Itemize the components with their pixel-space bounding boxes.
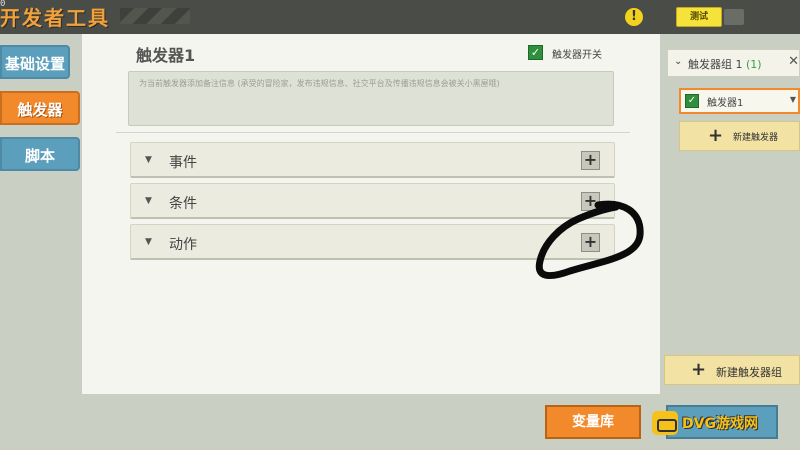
close-icon[interactable]: ✕ [788, 54, 799, 69]
caret-down-icon: ▼ [145, 155, 152, 165]
section-events[interactable]: ▼ 事件 + [130, 142, 615, 178]
top-bar-decoration [120, 8, 190, 24]
app-title: 开发者工具 [0, 6, 110, 30]
plus-icon: + [691, 359, 707, 380]
trigger-title[interactable]: 触发器1 [136, 42, 195, 66]
new-trigger-group-button[interactable]: + 新建触发器组 [664, 355, 800, 385]
trigger-list-item[interactable]: ✓ 触发器1 ▼ [679, 88, 800, 114]
trigger-item-checkbox[interactable]: ✓ [685, 94, 699, 108]
trigger-item-label: 触发器1 [707, 98, 744, 109]
nav-item-triggers[interactable]: 触发器 [0, 91, 80, 125]
new-trigger-label: 新建触发器 [733, 133, 779, 143]
nav-item-scripts[interactable]: 脚本 [0, 137, 80, 171]
caret-down-icon: ▼ [145, 196, 152, 206]
divider [116, 132, 630, 133]
section-label: 动作 [169, 237, 197, 253]
section-label: 事件 [169, 155, 197, 171]
new-trigger-group-label: 新建触发器组 [716, 366, 782, 379]
scribble-annotation [535, 200, 644, 280]
note-textarea[interactable]: 为当前触发器添加备注信息 (承受的冒险家，发布违规信息、社交平台及传播违规信息会… [128, 71, 614, 126]
toggle-switch[interactable] [724, 9, 744, 25]
plus-icon: + [708, 125, 724, 146]
trigger-group-label: 触发器组 1 (1) [688, 58, 762, 71]
caret-down-icon[interactable]: ▼ [790, 95, 796, 104]
gamepad-icon [652, 411, 678, 435]
watermark: DVG游戏网 [652, 408, 792, 438]
exclamation-icon[interactable]: ! [625, 8, 643, 26]
test-button[interactable]: 测试 [676, 7, 722, 27]
section-label: 条件 [169, 196, 197, 212]
add-event-button[interactable]: + [581, 151, 600, 170]
trigger-group-header[interactable]: ⌄ 触发器组 1 (1) ✕ [667, 49, 800, 77]
trigger-group-count: (1) [746, 58, 762, 71]
left-nav: 基础设置 触发器 脚本 [0, 34, 80, 450]
chevron-down-icon[interactable]: ⌄ [674, 56, 682, 67]
watermark-text: DVG游戏网 [682, 416, 758, 432]
trigger-switch-label: 触发器开关 [552, 50, 602, 61]
variables-button[interactable]: 变量库 [545, 405, 641, 439]
new-trigger-button[interactable]: + 新建触发器 [679, 121, 800, 151]
trigger-switch-checkbox[interactable]: ✓ [528, 45, 543, 60]
note-placeholder: 为当前触发器添加备注信息 (承受的冒险家，发布违规信息、社交平台及传播违规信息会… [139, 79, 500, 88]
nav-item-basic-settings[interactable]: 基础设置 [0, 45, 70, 79]
top-bar: 0 开发者工具 ! 测试 [0, 0, 800, 34]
caret-down-icon: ▼ [145, 237, 152, 247]
